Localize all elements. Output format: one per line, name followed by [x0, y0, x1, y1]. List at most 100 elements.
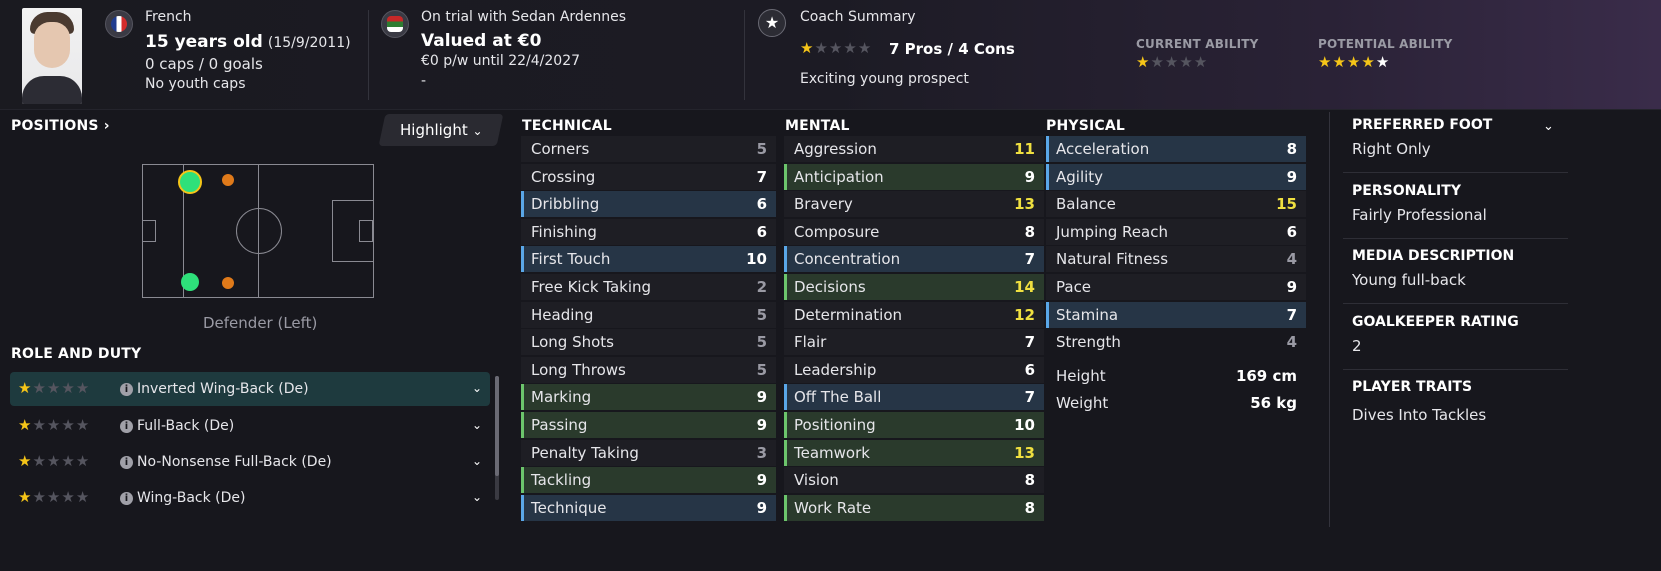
attribute-name: Heading	[531, 305, 594, 324]
role-stars: ★ ★ ★ ★ ★	[18, 490, 89, 505]
attribute-row[interactable]: Jumping Reach 6	[1046, 218, 1306, 245]
attribute-row[interactable]: Composure 8	[784, 218, 1044, 245]
position-dot-natural[interactable]	[181, 273, 199, 291]
pros-cons[interactable]: 7 Pros / 4 Cons	[889, 40, 1015, 58]
attribute-row[interactable]: Leadership 6	[784, 356, 1044, 383]
attribute-row[interactable]: Passing 9	[521, 411, 776, 438]
nation-flag-icon[interactable]	[105, 10, 133, 38]
attribute-name: Decisions	[794, 277, 866, 296]
attribute-row[interactable]: Aggression 11	[784, 136, 1044, 162]
attribute-name: Jumping Reach	[1056, 222, 1168, 241]
attribute-row[interactable]: Corners 5	[521, 136, 776, 162]
attribute-name: Off The Ball	[794, 388, 882, 407]
attribute-value: 9	[756, 498, 767, 517]
info-icon[interactable]: i	[120, 419, 133, 433]
chevron-down-icon[interactable]: ⌄	[1543, 119, 1554, 134]
attribute-row[interactable]: Concentration 7	[784, 246, 1044, 273]
club-badge-icon[interactable]	[381, 10, 409, 38]
attribute-row[interactable]: Crossing 7	[521, 163, 776, 190]
attribute-row[interactable]: Bravery 13	[784, 191, 1044, 218]
attribute-row[interactable]: Technique 9	[521, 494, 776, 521]
attribute-name: Long Throws	[531, 360, 626, 379]
attribute-row[interactable]: Vision 8	[784, 467, 1044, 494]
attribute-row[interactable]: Free Kick Taking 2	[521, 273, 776, 300]
attribute-name: Work Rate	[794, 498, 872, 517]
divider	[1343, 369, 1568, 370]
attribute-name: Aggression	[794, 140, 877, 158]
player-traits-value[interactable]: Dives Into Tackles	[1352, 406, 1486, 424]
attribute-row[interactable]: Agility 9	[1046, 163, 1306, 190]
star-icon: ★	[61, 416, 75, 434]
star-icon: ★	[814, 39, 828, 57]
role-name: No-Nonsense Full-Back (De)	[137, 454, 332, 470]
attribute-value: 5	[756, 305, 767, 324]
attribute-row[interactable]: Pace 9	[1046, 273, 1306, 300]
star-icon: ★	[18, 488, 32, 506]
attribute-row[interactable]: Balance 15	[1046, 191, 1306, 218]
position-dot-unconvincing[interactable]	[222, 277, 234, 289]
attribute-row[interactable]: Determination 12	[784, 301, 1044, 328]
roles-scrollbar[interactable]	[495, 376, 499, 500]
attribute-row[interactable]: Stamina 7	[1046, 301, 1306, 328]
attribute-row[interactable]: Anticipation 9	[784, 163, 1044, 190]
positions-title[interactable]: POSITIONS ›	[11, 118, 110, 134]
attribute-value: 7	[756, 167, 767, 186]
role-name: Wing-Back (De)	[137, 490, 246, 506]
attribute-value: 9	[756, 415, 767, 434]
attribute-row[interactable]: Natural Fitness 4	[1046, 246, 1306, 273]
attribute-row[interactable]: Tackling 9	[521, 467, 776, 494]
role-row[interactable]: ★ ★ ★ ★ ★ i Inverted Wing-Back (De) ⌄	[10, 372, 490, 406]
attribute-row[interactable]: Finishing 6	[521, 218, 776, 245]
attribute-row[interactable]: Long Shots 5	[521, 329, 776, 356]
chevron-down-icon[interactable]: ⌄	[472, 381, 482, 395]
chevron-down-icon[interactable]: ⌄	[472, 490, 482, 504]
attribute-row[interactable]: Off The Ball 7	[784, 384, 1044, 411]
highlight-dropdown[interactable]: Highlight ⌄	[378, 114, 504, 146]
attribute-row[interactable]: Heading 5	[521, 301, 776, 328]
attribute-row[interactable]: Penalty Taking 3	[521, 439, 776, 466]
attribute-row[interactable]: Marking 9	[521, 384, 776, 411]
attribute-row[interactable]: Teamwork 13	[784, 439, 1044, 466]
role-row[interactable]: ★ ★ ★ ★ ★ i Full-Back (De) ⌄	[10, 409, 490, 443]
attribute-name: Bravery	[794, 195, 853, 214]
current-ability-stars: ★ ★ ★ ★ ★	[1136, 55, 1207, 70]
attribute-name: Corners	[531, 140, 590, 158]
wage: €0 p/w until 22/4/2027	[421, 53, 581, 69]
star-icon: ★	[1150, 53, 1164, 71]
attribute-row[interactable]: Flair 7	[784, 329, 1044, 356]
role-row[interactable]: ★ ★ ★ ★ ★ i Wing-Back (De) ⌄	[10, 481, 490, 515]
dob: (15/9/2011)	[267, 35, 351, 51]
role-row[interactable]: ★ ★ ★ ★ ★ i No-Nonsense Full-Back (De) ⌄	[10, 445, 490, 479]
position-pitch[interactable]	[142, 164, 374, 298]
chevron-down-icon[interactable]: ⌄	[472, 418, 482, 432]
star-icon: ★	[1332, 53, 1346, 71]
info-icon[interactable]: i	[120, 382, 133, 396]
star-icon: ★	[46, 416, 61, 434]
personality-label: PERSONALITY	[1352, 183, 1461, 199]
position-dot-unconvincing[interactable]	[222, 174, 234, 186]
attribute-row[interactable]: Dribbling 6	[521, 191, 776, 218]
attribute-row[interactable]: Work Rate 8	[784, 494, 1044, 521]
pitch-goal-box	[359, 220, 373, 242]
attribute-row[interactable]: Acceleration 8	[1046, 136, 1306, 162]
attribute-name: Dribbling	[531, 195, 600, 214]
attribute-value: 14	[1014, 277, 1035, 296]
attribute-row[interactable]: Decisions 14	[784, 273, 1044, 300]
chevron-down-icon[interactable]: ⌄	[472, 454, 482, 468]
info-icon[interactable]: i	[120, 455, 133, 469]
star-icon: ★	[1318, 53, 1332, 71]
attribute-row[interactable]: Long Throws 5	[521, 356, 776, 383]
star-icon: ★	[1193, 53, 1208, 71]
star-icon: ★	[828, 39, 843, 57]
attribute-row[interactable]: Positioning 10	[784, 411, 1044, 438]
attribute-value: 9	[1286, 167, 1297, 186]
info-icon[interactable]: i	[120, 491, 133, 505]
potential-ability-label: POTENTIAL ABILITY	[1318, 37, 1453, 51]
position-dot-natural[interactable]	[178, 170, 202, 194]
club-status[interactable]: On trial with Sedan Ardennes	[421, 9, 626, 25]
attribute-name: Finishing	[531, 222, 597, 241]
attribute-row[interactable]: Strength 4	[1046, 329, 1306, 355]
star-icon: ★	[1346, 53, 1361, 71]
attribute-value: 4	[1286, 250, 1297, 269]
attribute-row[interactable]: First Touch 10	[521, 246, 776, 273]
